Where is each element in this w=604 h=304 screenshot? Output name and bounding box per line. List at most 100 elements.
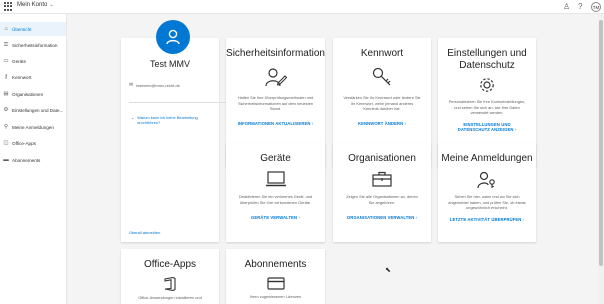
link-label-line2: DATENSCHUTZ ANZEIGEN xyxy=(457,127,514,133)
link-label: GERÄTE VERWALTEN xyxy=(251,215,298,221)
card-title: Geräte xyxy=(260,153,291,164)
devices-card[interactable]: Geräte Deaktivieren Sie ein verlorenes G… xyxy=(226,143,325,242)
manage-organizations-link[interactable]: ORGANISATIONEN VERWALTEN › xyxy=(333,215,431,220)
app-title[interactable]: Mein Konto ⌄ xyxy=(17,2,54,8)
sidebar-item-subscriptions[interactable]: ▬ Abonnements xyxy=(0,153,66,167)
profile-email: ✉ testmmv@mmv-recht.de xyxy=(129,82,180,88)
person-edit-icon xyxy=(264,68,287,87)
sidebar-item-organizations[interactable]: ▤ Organisationen xyxy=(0,87,66,101)
card-icon: ▬ xyxy=(3,157,9,163)
link-label: LETZTE AKTIVITÄT ÜBERPRÜFEN xyxy=(449,216,522,222)
office-icon: ◫ xyxy=(3,140,9,146)
card-title: Sicherheitsinformation xyxy=(226,48,325,59)
mouse-cursor-icon: ⬉ xyxy=(385,267,391,274)
org-switch-icon[interactable]: ♙ xyxy=(563,1,570,13)
sidebar-item-label: Kennwort xyxy=(12,74,32,80)
sidebar-item-label: Meine Anmeldungen xyxy=(12,124,54,130)
organizations-card[interactable]: Organisationen Zeigen Sie alle Organisat… xyxy=(333,143,431,242)
briefcase-icon: ▤ xyxy=(3,91,9,97)
sidebar-item-label: Einstellungen und Date... xyxy=(12,107,64,113)
chevron-right-icon: › xyxy=(522,216,525,222)
profile-card: Test MMV ✉ testmmv@mmv-recht.de ⌄ Warum ka… xyxy=(121,20,227,242)
person-icon xyxy=(166,29,180,45)
office-apps-card[interactable]: Office-Apps Office-Anwendungen installie… xyxy=(121,249,219,304)
card-title: Abonnements xyxy=(244,259,307,270)
person-key-icon: ⚲ xyxy=(3,124,9,130)
card-title: Office-Apps xyxy=(143,259,197,270)
sidebar-item-security[interactable]: ⚿ Sicherheitsinformation xyxy=(0,38,66,52)
link-label: KENNWORT ÄNDERN xyxy=(358,120,404,126)
manage-devices-link[interactable]: GERÄTE VERWALTEN › xyxy=(226,215,325,220)
page-scrollbar[interactable] xyxy=(598,14,604,304)
change-password-link[interactable]: KENNWORT ÄNDERN › xyxy=(333,121,431,126)
sidebar-item-label: Abonnements xyxy=(12,157,41,163)
key-icon: ⚿ xyxy=(3,41,9,48)
chevron-right-icon: › xyxy=(311,120,314,126)
profile-email-text: testmmv@mmv-recht.de xyxy=(136,82,180,88)
card-title-line2: Datenschutz xyxy=(459,60,515,71)
card-title: Meine Anmeldungen xyxy=(441,153,533,164)
sidebar-item-overview[interactable]: ⌂ Übersicht xyxy=(0,22,66,36)
sidebar: ⌂ Übersicht ⚿ Sicherheitsinformation ▭ Gerä… xyxy=(0,14,67,304)
card-description: Ihren zugewiesenen Lizenzen xyxy=(249,294,302,299)
sidebar-item-password[interactable]: ⚷ Kennwort xyxy=(0,70,66,84)
laptop-icon: ▭ xyxy=(3,58,9,64)
gear-icon: ⚙ xyxy=(3,107,9,113)
card-description: Zeigen Sie alle Organisationen an, denen… xyxy=(346,194,418,205)
card-icon xyxy=(266,277,285,290)
app-launcher-icon[interactable] xyxy=(4,2,13,11)
view-settings-link[interactable]: EINSTELLUNGEN UND DATENSCHUTZ ANZEIGEN › xyxy=(438,122,536,133)
sidebar-item-label: Organisationen xyxy=(12,91,44,97)
profile-avatar xyxy=(156,20,190,54)
chevron-down-icon: ⌄ xyxy=(131,115,135,120)
link-label: ORGANISATIONEN VERWALTEN xyxy=(346,215,415,221)
chevron-right-icon: › xyxy=(404,120,406,126)
laptop-icon xyxy=(265,171,286,187)
link-label-line2-wrap: DATENSCHUTZ ANZEIGEN › xyxy=(438,127,536,133)
card-description: Personalisieren Sie Ihre Kontoeinstellun… xyxy=(448,99,526,116)
office-icon xyxy=(164,277,176,291)
profile-name: Test MMV xyxy=(149,59,190,69)
sidebar-item-label: Office-Apps xyxy=(12,140,36,146)
card-title: Organisationen xyxy=(348,153,416,164)
chevron-right-icon: › xyxy=(514,127,517,133)
card-description: Office-Anwendungen installieren und xyxy=(138,295,202,300)
chevron-right-icon: › xyxy=(298,215,300,221)
card-description: Deaktivieren Sie ein verlorenes Gerät, u… xyxy=(238,194,313,205)
chevron-right-icon: › xyxy=(415,215,418,221)
chevron-down-icon: ⌄ xyxy=(49,2,54,8)
sidebar-item-devices[interactable]: ▭ Geräte xyxy=(0,54,66,68)
card-description: Halten Sie Ihre Überprüfungsmethoden und… xyxy=(237,95,314,112)
person-key-icon xyxy=(477,171,495,189)
review-activity-link[interactable]: LETZTE AKTIVITÄT ÜBERPRÜFEN › xyxy=(438,217,536,222)
sidebar-item-label: Geräte xyxy=(12,58,27,64)
account-avatar[interactable]: TM xyxy=(591,2,601,12)
sidebar-item-settings[interactable]: ⚙ Einstellungen und Date... xyxy=(0,103,66,117)
app-title-label: Mein Konto xyxy=(17,2,48,8)
top-bar: Mein Konto ⌄ ♙ ? TM xyxy=(0,0,604,14)
why-cant-edit-text: Warum kann ich keine Bearbeitung durchfü… xyxy=(137,115,198,125)
sidebar-item-label: Sicherheitsinformation xyxy=(12,42,58,48)
my-signins-card[interactable]: Meine Anmeldungen Sehen Sie hier, wann u… xyxy=(438,143,536,242)
help-icon[interactable]: ? xyxy=(578,1,582,13)
card-description: Sehen Sie hier, wann und wo Sie sich ang… xyxy=(448,194,526,211)
scrollbar-thumb[interactable] xyxy=(599,20,603,266)
key-icon xyxy=(372,67,391,86)
why-cant-edit-link[interactable]: ⌄ Warum kann ich keine Bearbeitung durchf… xyxy=(131,115,221,125)
mail-icon: ✉ xyxy=(129,82,134,88)
profile-divider xyxy=(129,102,227,103)
card-description: Verstärken Sie Ihr Kennwort oder ändern … xyxy=(343,95,421,112)
card-title-line1: Einstellungen und xyxy=(447,48,527,59)
sidebar-item-signins[interactable]: ⚲ Meine Anmeldungen xyxy=(0,120,66,134)
gear-icon xyxy=(480,78,494,92)
link-label: INFORMATIONEN AKTUALISIEREN xyxy=(237,120,311,126)
card-title: Kennwort xyxy=(360,48,404,59)
sidebar-item-label: Übersicht xyxy=(12,26,32,32)
briefcase-icon xyxy=(372,171,392,187)
update-info-link[interactable]: INFORMATIONEN AKTUALISIEREN › xyxy=(226,121,325,126)
lock-icon: ⚷ xyxy=(3,74,9,80)
sidebar-item-office-apps[interactable]: ◫ Office-Apps xyxy=(0,136,66,150)
home-icon: ⌂ xyxy=(4,26,8,32)
subscriptions-card[interactable]: Abonnements Ihren zugewiesenen Lizenzen xyxy=(226,249,325,304)
sign-out-everywhere-link[interactable]: Überall abmelden xyxy=(129,230,160,235)
